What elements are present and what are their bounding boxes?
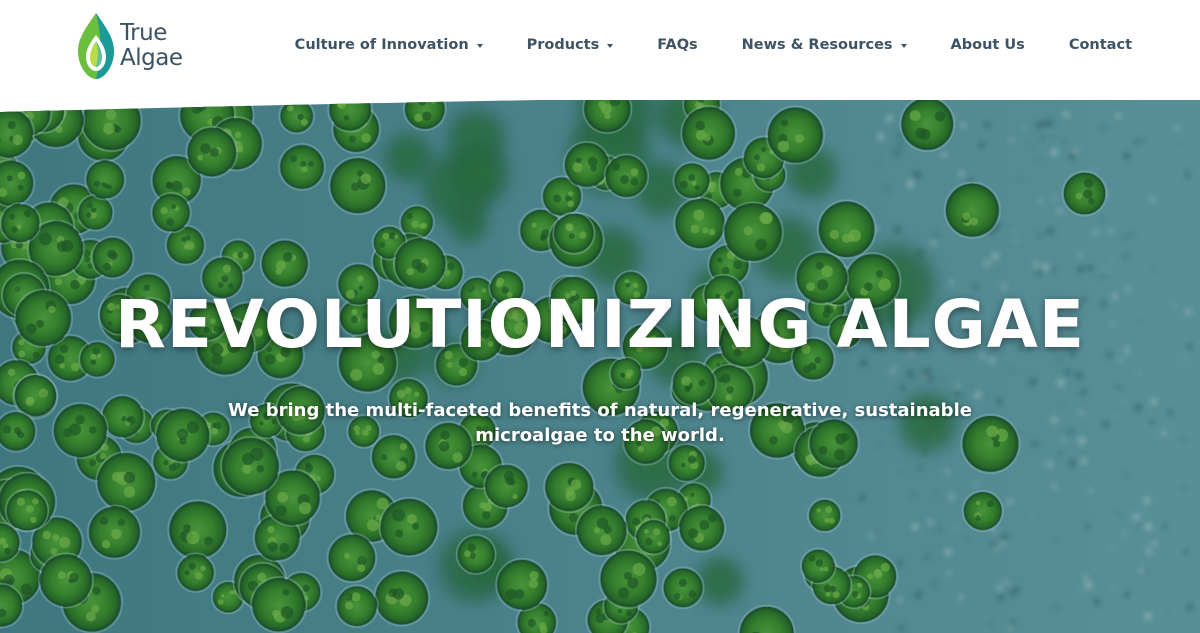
brand-wordmark: True Algae bbox=[120, 20, 183, 71]
chevron-down-icon bbox=[476, 44, 483, 48]
nav-item-culture-of-innovation[interactable]: Culture of Innovation bbox=[295, 37, 483, 53]
page: REVOLUTIONIZING ALGAE We bring the multi… bbox=[0, 0, 1200, 633]
hero-title: REVOLUTIONIZING ALGAE bbox=[115, 286, 1085, 363]
leaf-logo-icon bbox=[78, 13, 114, 79]
main-nav: Culture of Innovation Products FAQs News… bbox=[295, 33, 1132, 57]
nav-item-products[interactable]: Products bbox=[527, 37, 614, 53]
nav-item-label: Products bbox=[526, 37, 600, 53]
brand-name-line1: True bbox=[120, 20, 167, 46]
brand-logo[interactable]: True Algae bbox=[74, 10, 204, 82]
nav-item-label: Contact bbox=[1068, 37, 1132, 53]
nav-item-label: Culture of Innovation bbox=[294, 37, 469, 53]
chevron-down-icon bbox=[900, 44, 907, 48]
brand-name-line2: Algae bbox=[120, 45, 183, 71]
nav-item-news-and-resources[interactable]: News & Resources bbox=[742, 37, 907, 53]
nav-item-label: FAQs bbox=[657, 37, 698, 53]
chevron-down-icon bbox=[607, 44, 614, 48]
nav-item-about-us[interactable]: About Us bbox=[951, 37, 1025, 53]
nav-item-contact[interactable]: Contact bbox=[1069, 37, 1132, 53]
nav-item-label: News & Resources bbox=[741, 37, 893, 53]
site-header: True Algae Culture of Innovation Product… bbox=[0, 0, 1200, 100]
nav-item-label: About Us bbox=[950, 37, 1025, 53]
hero-subtitle: We bring the multi-faceted benefits of n… bbox=[228, 400, 972, 446]
nav-item-faqs[interactable]: FAQs bbox=[657, 37, 697, 53]
